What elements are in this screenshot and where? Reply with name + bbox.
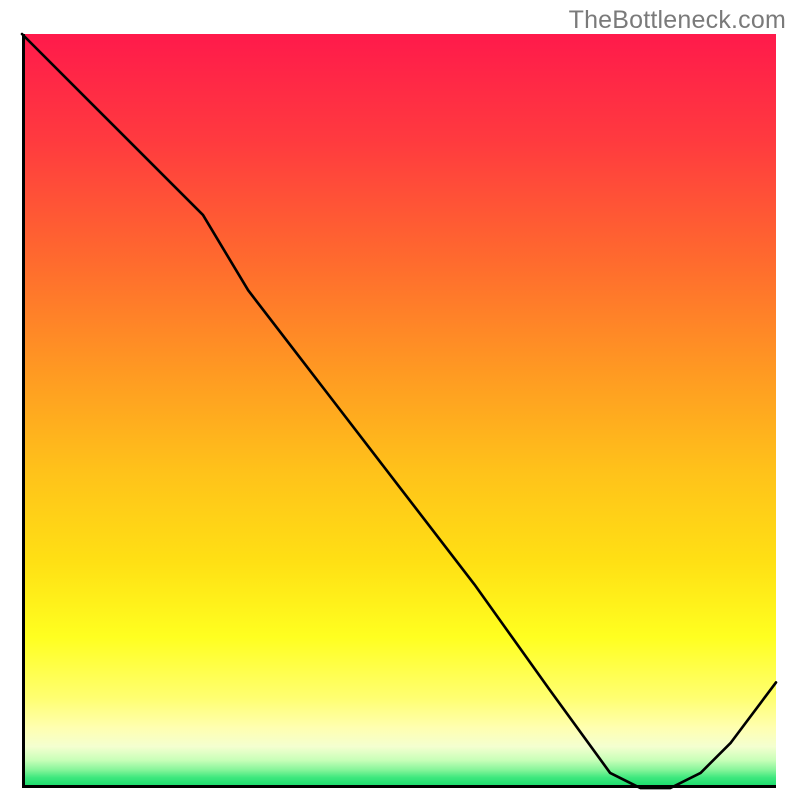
watermark-text: TheBottleneck.com — [569, 6, 786, 35]
x-axis — [22, 785, 776, 788]
bottleneck-curve — [22, 34, 776, 788]
plot-area — [22, 34, 776, 788]
y-axis — [22, 34, 25, 788]
chart-root: TheBottleneck.com — [0, 0, 800, 800]
